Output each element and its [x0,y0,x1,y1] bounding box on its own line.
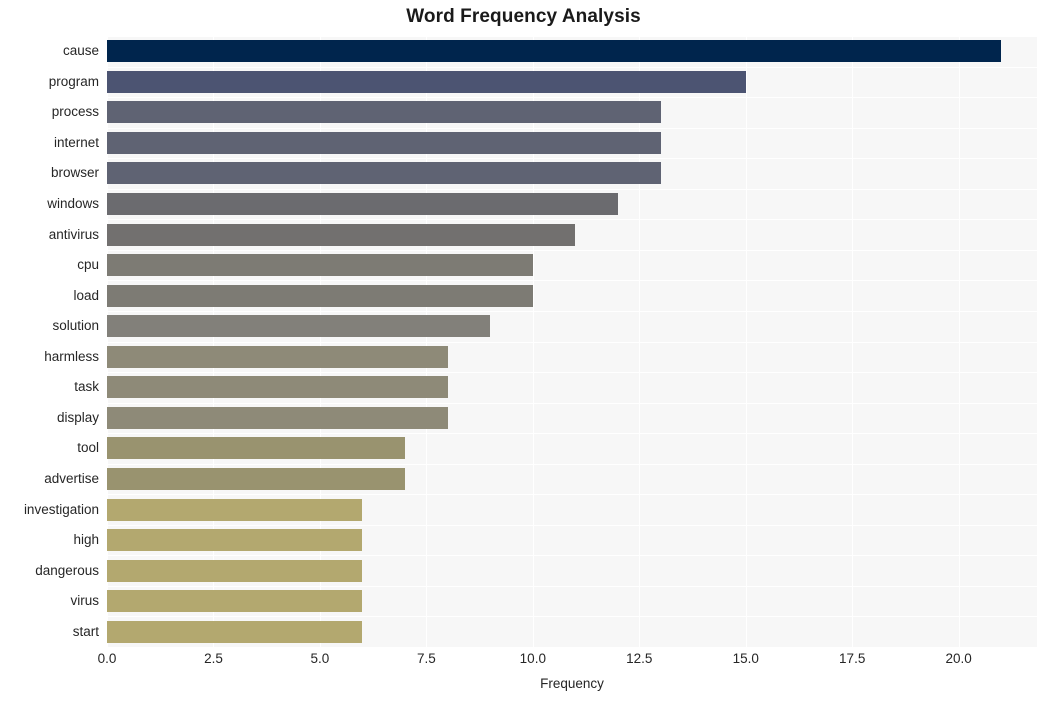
bar-browser [107,162,661,185]
y-tick-label-dangerous: dangerous [35,562,99,578]
bar-load [107,284,533,307]
y-tick-label-solution: solution [52,318,99,334]
y-tick-label-cause: cause [62,43,99,59]
y-tick-label-task: task [74,379,99,395]
y-axis-labels: cause program process internet browser window… [0,36,99,647]
x-tick-label-5.0: 5.0 [310,651,330,666]
bar-cause [107,40,1002,63]
bar-harmless [107,345,448,368]
bar-dangerous [107,559,363,582]
y-tick-label-load: load [73,287,99,303]
x-tick-label-15.0: 15.0 [732,651,759,666]
plot-area [107,36,1037,647]
bar-cpu [107,254,533,277]
x-tick-label-12.5: 12.5 [626,651,653,666]
bar-antivirus [107,223,576,246]
bar-advertise [107,467,406,490]
x-tick-label-2.5: 2.5 [204,651,223,666]
bar-program [107,70,746,93]
y-tick-label-harmless: harmless [44,348,99,364]
bar-virus [107,590,363,613]
y-tick-label-cpu: cpu [77,257,99,273]
y-tick-label-tool: tool [77,440,99,456]
x-tick-label-7.5: 7.5 [416,651,436,666]
bar-task [107,376,448,399]
x-axis-title: Frequency [540,676,604,691]
y-tick-label-display: display [56,409,99,425]
x-tick-label-10.0: 10.0 [519,651,546,666]
y-tick-label-virus: virus [70,593,99,609]
bar-display [107,406,448,429]
x-tick-label-20.0: 20.0 [945,651,972,666]
y-tick-label-windows: windows [47,196,99,212]
bar-tool [107,437,406,460]
y-tick-label-high: high [73,532,99,548]
bar-process [107,101,661,124]
word-frequency-chart: Word Frequency Analysis cause program proc… [0,0,1047,701]
bar-windows [107,193,618,216]
y-tick-label-investigation: investigation [23,501,99,517]
bar-investigation [107,498,363,521]
y-tick-label-process: process [51,104,99,120]
bar-high [107,529,363,552]
bar-solution [107,315,491,338]
y-tick-label-program: program [48,73,99,89]
y-tick-label-internet: internet [53,134,99,150]
x-tick-label-17.5: 17.5 [839,651,866,666]
bars-layer [107,36,1037,647]
y-tick-label-browser: browser [50,165,99,181]
bar-start [107,620,363,643]
y-tick-label-start: start [72,623,99,639]
y-tick-label-antivirus: antivirus [48,226,99,242]
chart-title: Word Frequency Analysis [406,6,641,27]
x-tick-label-0.0: 0.0 [97,651,117,666]
x-axis: 0.0 2.5 5.0 7.5 10.0 12.5 15.0 17.5 20.0 Frequen… [0,647,1047,701]
y-tick-label-advertise: advertise [44,470,99,486]
bar-internet [107,131,661,154]
